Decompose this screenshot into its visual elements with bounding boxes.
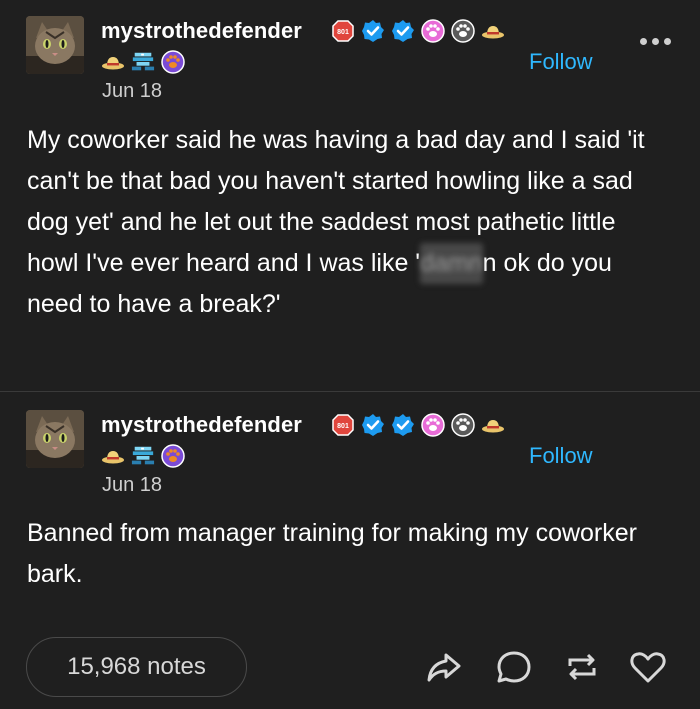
post-date: Jun 18 [102,474,163,496]
redacted-word: damn [420,243,483,284]
counter-badge-icon: 801 [331,19,355,43]
like-icon[interactable] [628,647,668,687]
follow-button[interactable]: Follow [529,443,593,469]
paw-badge-icon [161,444,185,468]
badge-row: 801 [331,19,505,43]
more-options-icon[interactable] [640,38,676,52]
share-icon[interactable] [424,647,464,687]
post-original: mystrothedefender 801 Jun 18 Follow My c… [0,0,700,392]
avatar[interactable] [26,410,84,468]
badge-row [101,444,185,468]
username[interactable]: mystrothedefender [101,412,302,438]
post-body: My coworker said he was having a bad day… [27,120,667,325]
badge-row [101,50,185,74]
badge-row: 801 [331,413,505,437]
svg-text:801: 801 [337,29,349,36]
verified-badge-icon [391,413,415,437]
straw-hat-icon [481,19,505,43]
straw-hat-icon [101,50,125,74]
paw-badge-icon [421,413,445,437]
username[interactable]: mystrothedefender [101,18,302,44]
paw-badge-icon [421,19,445,43]
post-body: Banned from manager training for making … [27,519,637,588]
cat-avatar-image [26,410,84,468]
verified-badge-icon [361,19,385,43]
verified-badge-icon [361,413,385,437]
straw-hat-icon [481,413,505,437]
verified-badge-icon [391,19,415,43]
pixel-sprite-icon [131,444,155,468]
reply-icon[interactable] [494,647,534,687]
notes-count-button[interactable]: 15,968 notes [26,637,247,697]
paw-badge-icon [451,413,475,437]
pixel-sprite-icon [131,50,155,74]
follow-button[interactable]: Follow [529,49,593,75]
straw-hat-icon [101,444,125,468]
paw-badge-icon [451,19,475,43]
post-date: Jun 18 [102,80,163,102]
svg-text:801: 801 [337,423,349,430]
avatar[interactable] [26,16,84,74]
cat-avatar-image [26,16,84,74]
paw-badge-icon [161,50,185,74]
reblog-icon[interactable] [562,647,602,687]
counter-badge-icon: 801 [331,413,355,437]
